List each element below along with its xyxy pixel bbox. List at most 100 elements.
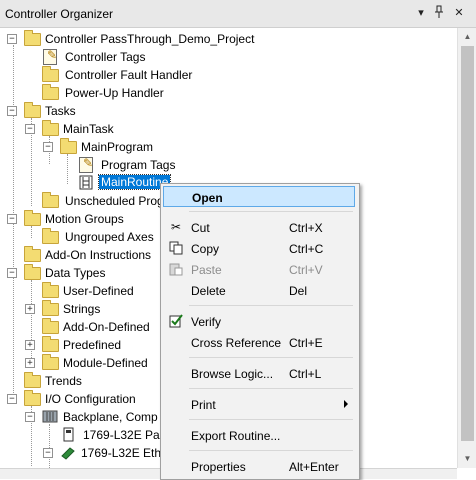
datatype-folder-icon: [42, 354, 59, 370]
folder-icon: [42, 84, 59, 100]
menu-item-label: Cut: [191, 221, 210, 235]
tree-item-label: Controller PassThrough_Demo_Project: [45, 32, 255, 46]
tree-item-label: Motion Groups: [45, 212, 124, 226]
menu-item-label: Open: [192, 191, 223, 205]
tree-item-label: Strings: [63, 302, 101, 316]
scroll-down-icon[interactable]: ▼: [458, 450, 476, 467]
tree-item-label: Predefined: [63, 338, 122, 352]
tree-item-label: User-Defined: [63, 284, 134, 298]
cut-icon: ✂: [170, 220, 182, 234]
menu-item-shortcut: Ctrl+E: [289, 336, 323, 350]
menu-item-shortcut: Ctrl+L: [289, 367, 322, 381]
folder-icon: [24, 246, 41, 262]
tree-item-label: Controller Tags: [65, 50, 146, 64]
program-icon: [60, 138, 77, 154]
folder-icon: [42, 66, 59, 82]
menu-separator: [189, 450, 353, 451]
menu-item-label: Verify: [191, 315, 222, 329]
menu-item-label: Properties: [191, 460, 246, 474]
pin-icon[interactable]: [432, 5, 446, 21]
tree-item-label: Data Types: [45, 266, 106, 280]
menu-item-label: Delete: [191, 284, 226, 298]
expand-icon[interactable]: +: [25, 340, 35, 350]
menu-item-verify[interactable]: Verify: [163, 311, 355, 332]
scrollbar-thumb[interactable]: [461, 46, 474, 441]
collapse-icon[interactable]: −: [7, 34, 17, 44]
submenu-arrow-icon: [344, 400, 348, 408]
tree-item-label: MainTask: [63, 122, 114, 136]
tags-icon: [43, 48, 57, 65]
menu-item-properties[interactable]: Properties Alt+Enter: [163, 456, 355, 477]
collapse-icon[interactable]: −: [25, 412, 35, 422]
menu-item-cut[interactable]: ✂ Cut Ctrl+X: [163, 217, 355, 238]
tree-item-label: Add-On Instructions: [45, 248, 152, 262]
menu-item-shortcut: Del: [289, 284, 308, 298]
collapse-icon[interactable]: −: [25, 124, 35, 134]
menu-item-label: Browse Logic...: [191, 367, 274, 381]
menu-item-print[interactable]: Print: [163, 394, 355, 415]
expand-icon[interactable]: +: [25, 304, 35, 314]
folder-icon: [24, 210, 41, 226]
tags-icon: [79, 156, 93, 173]
menu-item-shortcut: Ctrl+C: [289, 242, 324, 256]
controller-icon: [61, 427, 77, 442]
collapse-icon[interactable]: −: [7, 268, 17, 278]
verify-icon: [169, 314, 183, 328]
paste-icon: [169, 262, 183, 276]
tree-item-label: MainProgram: [81, 140, 154, 154]
tree-item-label: Unscheduled Prog: [65, 194, 164, 208]
vertical-scrollbar[interactable]: ▲ ▼: [457, 28, 476, 468]
ethernet-icon: [60, 445, 76, 460]
menu-separator: [189, 305, 353, 306]
menu-item-copy[interactable]: Copy Ctrl+C: [163, 238, 355, 259]
tree-item-label: Module-Defined: [63, 356, 148, 370]
folder-icon: [24, 372, 41, 388]
tree-item-label: Trends: [45, 374, 82, 388]
menu-item-delete[interactable]: Delete Del: [163, 280, 355, 301]
tree-item-label: Power-Up Handler: [65, 86, 164, 100]
collapse-icon[interactable]: −: [43, 448, 53, 458]
tree-item-label: Tasks: [45, 104, 76, 118]
tree-item-label: Controller Fault Handler: [65, 68, 193, 82]
menu-item-label: Paste: [191, 263, 222, 277]
panel-titlebar: Controller Organizer ▾ ✕: [0, 0, 476, 28]
task-icon: [42, 120, 59, 136]
menu-separator: [189, 388, 353, 389]
folder-icon: [24, 390, 41, 406]
menu-item-shortcut: Ctrl+X: [289, 221, 323, 235]
menu-item-label: Print: [191, 398, 216, 412]
menu-separator: [189, 211, 353, 212]
panel-title: Controller Organizer: [5, 7, 114, 21]
datatype-folder-icon: [42, 282, 59, 298]
backplane-icon: [42, 409, 58, 424]
collapse-icon[interactable]: −: [43, 142, 53, 152]
controller-organizer-panel: Controller Organizer ▾ ✕ − Controller Pa…: [0, 0, 476, 480]
scroll-up-icon[interactable]: ▲: [458, 28, 476, 45]
menu-item-shortcut: Ctrl+V: [289, 263, 323, 277]
folder-icon: [42, 228, 59, 244]
dropdown-icon[interactable]: ▾: [414, 5, 428, 21]
collapse-icon[interactable]: −: [7, 394, 17, 404]
collapse-icon[interactable]: −: [7, 106, 17, 116]
tree-item-label: I/O Configuration: [45, 392, 136, 406]
menu-item-shortcut: Alt+Enter: [289, 460, 339, 474]
menu-item-label: Copy: [191, 242, 220, 256]
routine-icon: [79, 175, 95, 190]
menu-item-browse-logic[interactable]: Browse Logic... Ctrl+L: [163, 363, 355, 384]
context-menu: Open ✂ Cut Ctrl+X Copy Ctrl+C Paste Ctrl…: [160, 183, 360, 480]
tree-item-label: Program Tags: [101, 158, 176, 172]
datatype-folder-icon: [42, 300, 59, 316]
folder-icon: [24, 264, 41, 280]
datatype-folder-icon: [42, 336, 59, 352]
menu-item-cross-reference[interactable]: Cross Reference Ctrl+E: [163, 332, 355, 353]
collapse-icon[interactable]: −: [7, 214, 17, 224]
tree-item-label: Ungrouped Axes: [65, 230, 154, 244]
menu-item-paste[interactable]: Paste Ctrl+V: [163, 259, 355, 280]
menu-separator: [189, 419, 353, 420]
close-icon[interactable]: ✕: [452, 5, 466, 21]
expand-icon[interactable]: +: [25, 358, 35, 368]
menu-item-open[interactable]: Open: [163, 186, 355, 207]
tree-item-label: 1769-L32E Ethe: [81, 446, 168, 460]
menu-item-export-routine[interactable]: Export Routine...: [163, 425, 355, 446]
folder-icon: [42, 192, 59, 208]
